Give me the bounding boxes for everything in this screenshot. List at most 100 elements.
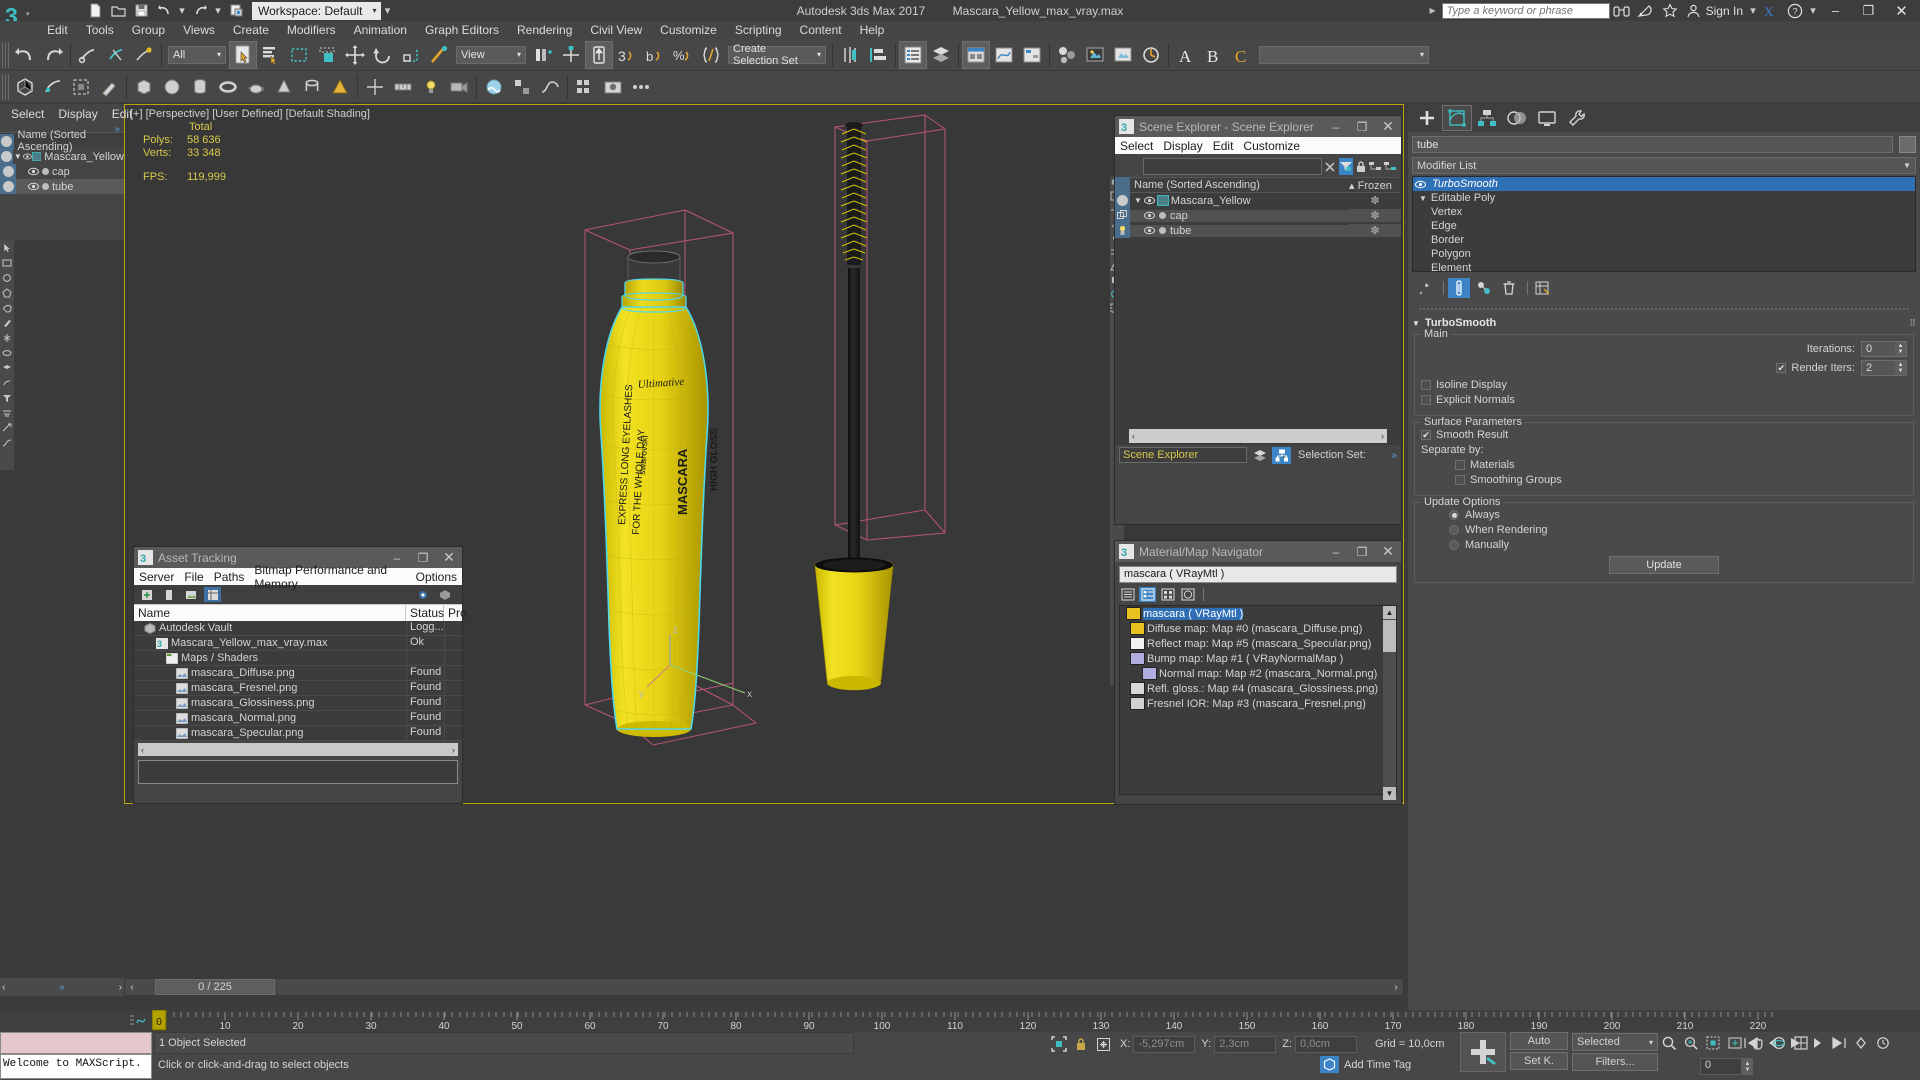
menu-item-graph-editors[interactable]: Graph Editors <box>416 21 508 39</box>
se-menu-edit[interactable]: Edit <box>1208 139 1239 153</box>
new-file-icon[interactable] <box>84 1 106 20</box>
render-setup-icon[interactable] <box>1081 41 1109 69</box>
percent-snap-icon[interactable]: b <box>641 41 669 69</box>
matnav-titlebar[interactable]: 3 Material/Map Navigator – ❐ ✕ <box>1115 541 1401 562</box>
se-menu-customize[interactable]: Customize <box>1238 139 1305 153</box>
orbit-icon[interactable] <box>1768 1032 1790 1054</box>
update-manually-radio[interactable] <box>1449 540 1459 550</box>
matnav-row-label[interactable]: Normal map: Map #2 (mascara_Normal.png) <box>1159 668 1377 680</box>
select-and-place-icon[interactable] <box>425 41 453 69</box>
prev-key-icon[interactable]: ‹ <box>2 982 5 993</box>
asset-tracking-hscrollbar[interactable]: ‹ › <box>138 743 458 756</box>
schematic-view-icon[interactable] <box>1018 41 1046 69</box>
smooth-result-row[interactable]: ✔ Smooth Result <box>1421 429 1907 441</box>
pin-stack-icon[interactable] <box>1414 278 1436 298</box>
isoline-display-checkbox[interactable] <box>1421 380 1431 390</box>
track-bar[interactable]: 0 10 20 30 40 50 60 70 80 90 100 110 120 130 140 1… <box>0 1010 1920 1032</box>
table-row[interactable]: Autodesk Vault Logg... <box>134 621 462 636</box>
strip-curve-icon[interactable] <box>0 435 14 450</box>
set-key-button[interactable] <box>1460 1032 1506 1072</box>
left-explorer-item-label[interactable]: cap <box>52 166 70 178</box>
strip-circle-icon[interactable] <box>0 270 14 285</box>
thumbnail-icon[interactable] <box>182 587 199 602</box>
selection-tools-icon[interactable] <box>67 73 95 101</box>
matnav-close[interactable]: ✕ <box>1375 541 1401 562</box>
strip-lasso-icon[interactable] <box>0 300 14 315</box>
tab-hierarchy[interactable] <box>1472 105 1502 131</box>
spacing-tool-icon[interactable] <box>627 73 655 101</box>
object-color-swatch[interactable] <box>1899 136 1916 153</box>
update-when-rendering-radio[interactable] <box>1449 525 1459 535</box>
smoothing-groups-row[interactable]: Smoothing Groups <box>1421 474 1907 486</box>
material-map-navigator-window[interactable]: 3 Material/Map Navigator – ❐ ✕ mascara (… <box>1114 540 1402 805</box>
unlink-selection-icon[interactable] <box>102 41 130 69</box>
scroll-left-icon[interactable]: ‹ <box>141 745 144 755</box>
filter-icon[interactable] <box>1338 158 1353 175</box>
select-and-rotate-icon[interactable] <box>369 41 397 69</box>
matnav-row-3[interactable]: Bump map: Map #1 ( VRayNormalMap ) <box>1120 651 1396 666</box>
minimize-button[interactable]: – <box>1819 0 1852 21</box>
stack-sub-vertex[interactable]: Vertex <box>1413 205 1915 219</box>
scene-explorer-window[interactable]: 3 Scene Explorer - Scene Explorer – ❐ ✕ … <box>1114 115 1402 525</box>
se-row-label[interactable]: Mascara_Yellow <box>1171 195 1251 207</box>
strip-filter-icon[interactable] <box>0 390 14 405</box>
asset-tracking-window[interactable]: 3 Asset Tracking – ❐ ✕ Server File Paths… <box>133 546 467 804</box>
left-explorer-item-label[interactable]: Mascara_Yellow <box>41 151 124 163</box>
next-key-icon[interactable]: › <box>119 982 122 993</box>
expand-tree-icon[interactable] <box>1369 158 1382 175</box>
script-dropdown[interactable]: ▾ <box>1259 45 1429 64</box>
project-folder-icon[interactable] <box>225 1 247 20</box>
object-paint-icon[interactable] <box>95 73 123 101</box>
scene-explorer-list[interactable]: ▼ Mascara_Yellow ✽ cap ✽ tube ✽ ‹ › <box>1115 193 1401 445</box>
scene-explorer-titlebar[interactable]: 3 Scene Explorer - Scene Explorer – ❐ ✕ <box>1115 116 1401 137</box>
edit-named-selection-icon[interactable] <box>697 41 725 69</box>
matnav-row-label[interactable]: Bump map: Map #1 ( VRayNormalMap ) <box>1147 653 1343 665</box>
frozen-cell[interactable]: ✽ <box>1349 194 1401 207</box>
light-icon[interactable] <box>417 73 445 101</box>
tab-modify[interactable] <box>1442 105 1472 131</box>
at-row-name[interactable]: mascara_Normal.png <box>188 712 296 724</box>
expand-chevron-icon[interactable]: » <box>1391 450 1397 461</box>
exchange-app-icon[interactable]: X <box>1759 0 1783 21</box>
box-primitive-icon[interactable] <box>130 73 158 101</box>
z-coordinate-field[interactable]: 0,0cm <box>1294 1035 1357 1053</box>
at-row-name[interactable]: Maps / Shaders <box>178 652 258 664</box>
matnav-row-1[interactable]: Diffuse map: Map #0 (mascara_Diffuse.png… <box>1120 621 1396 636</box>
collapse-tree-icon[interactable] <box>1384 158 1397 175</box>
expand-arrow-icon[interactable]: ▼ <box>1132 196 1144 205</box>
maximize-viewport-icon[interactable] <box>1790 1032 1812 1054</box>
at-col-pro[interactable]: Pro <box>444 605 467 621</box>
render-production-icon[interactable] <box>1137 41 1165 69</box>
torus-primitive-icon[interactable] <box>214 73 242 101</box>
time-slider-thumb[interactable]: 0 / 225 <box>155 979 275 995</box>
menu-item-modifiers[interactable]: Modifiers <box>278 21 345 39</box>
frozen-cell[interactable]: ✽ <box>1349 209 1401 222</box>
curve-editor-toggle-icon[interactable] <box>128 1013 148 1029</box>
hierarchy-icon[interactable] <box>1272 446 1291 464</box>
time-tag-area[interactable]: Add Time Tag <box>1320 1056 1411 1073</box>
iterations-spinner[interactable]: 0 ▲ ▼ <box>1861 341 1907 357</box>
stack-sub-border[interactable]: Border <box>1413 233 1915 247</box>
at-menu-file[interactable]: File <box>179 570 208 584</box>
show-end-result-icon[interactable] <box>1448 278 1470 298</box>
asset-maximize[interactable]: ❐ <box>410 547 436 568</box>
panel-divider[interactable] <box>1418 304 1910 313</box>
object-name-input[interactable] <box>1412 136 1893 153</box>
spinner-arrows-icon[interactable]: ▲ ▼ <box>1895 361 1906 375</box>
scroll-up-icon[interactable]: ▲ <box>1383 606 1396 619</box>
table-row[interactable]: mascara_Fresnel.png Found <box>134 681 462 696</box>
scene-explorer-row-tube[interactable]: tube ✽ <box>1115 223 1401 238</box>
geometry-2-icon[interactable] <box>508 73 536 101</box>
keyword-search-input[interactable] <box>1441 2 1610 19</box>
polygon-modeling-icon[interactable] <box>11 73 39 101</box>
maxscript-output-line[interactable]: Welcome to MAXScript. <box>0 1054 152 1079</box>
tab-utilities[interactable] <box>1562 105 1592 131</box>
pyramid-primitive-icon[interactable] <box>326 73 354 101</box>
render-iters-checkbox[interactable]: ✔ <box>1776 363 1787 373</box>
strip-measure-icon[interactable] <box>0 420 14 435</box>
matnav-row-5[interactable]: Refl. gloss.: Map #4 (mascara_Glossiness… <box>1120 681 1396 696</box>
asset-close[interactable]: ✕ <box>436 547 462 568</box>
time-next-icon[interactable]: › <box>1389 982 1403 993</box>
se-col-name[interactable]: Name (Sorted Ascending) <box>1130 179 1349 191</box>
smoothing-groups-checkbox[interactable] <box>1455 475 1465 485</box>
